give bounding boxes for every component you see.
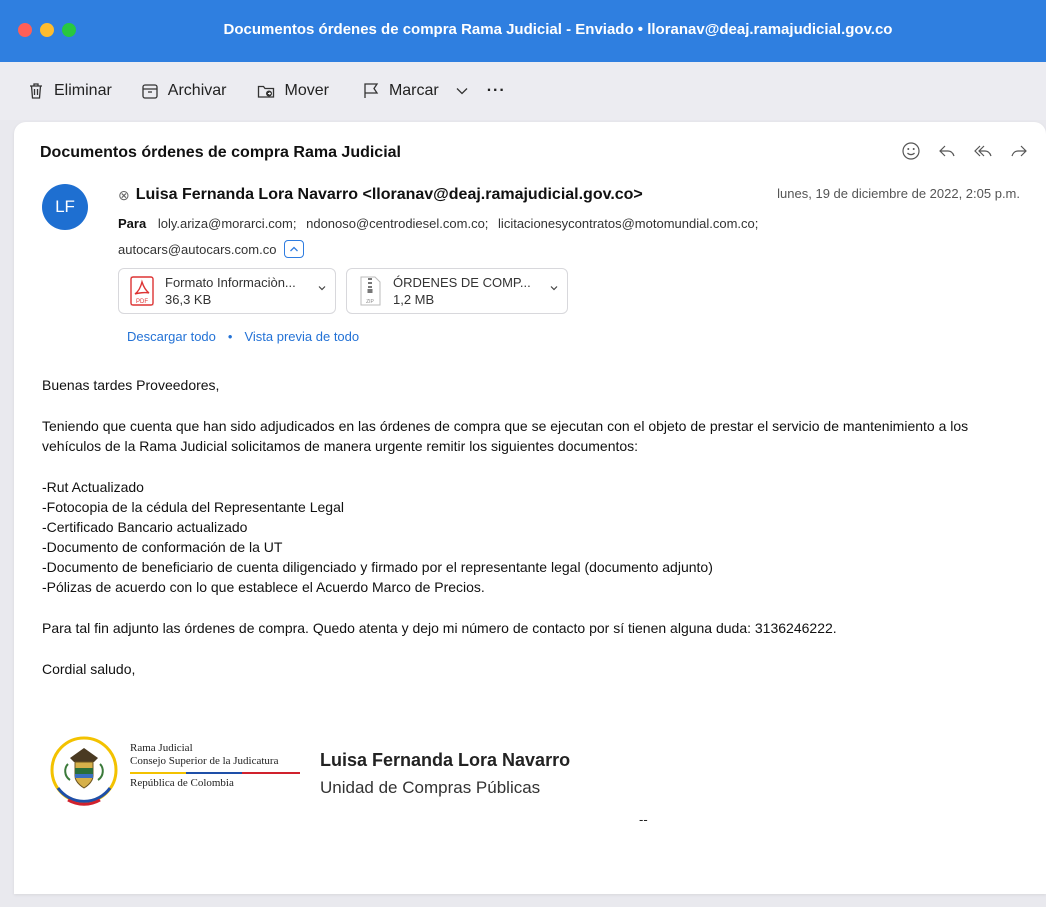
zip-icon: ZIP [360,276,381,306]
recipient[interactable]: loly.ariza@morarci.com; [158,216,297,231]
signature-name: Luisa Fernanda Lora Navarro [320,750,571,770]
list-item: -Pólizas de acuerdo con lo que establece… [42,579,485,595]
to-label: Para [118,216,147,231]
delete-label: Eliminar [54,82,112,99]
attachment-links: Descargar todo • Vista previa de todo [127,329,359,344]
sender-avatar: LF [42,184,88,230]
org-line: República de Colombia [130,777,234,789]
recipient[interactable]: ndonoso@centrodiesel.com.co; [306,216,488,231]
archive-button[interactable]: Archivar [140,81,227,101]
message-date: lunes, 19 de diciembre de 2022, 2:05 p.m… [777,186,1020,201]
reply-icon [939,145,955,157]
attachment-item[interactable]: PDF Formato Informaciòn... 36,3 KB [118,268,336,314]
signature-trailer: -- [639,812,648,827]
sender-line[interactable]: ⊗ Luisa Fernanda Lora Navarro <lloranav@… [118,186,643,204]
more-button[interactable]: ··· [487,82,506,100]
archive-label: Archivar [167,82,227,99]
body-paragraph: Para tal fin adjunto las órdenes de comp… [42,620,837,636]
flag-label: Marcar [388,82,439,99]
attachment-name: Formato Informaciòn... [165,275,296,290]
tricolor-divider [130,772,300,774]
chevron-down-icon[interactable] [317,283,327,293]
forward-button[interactable] [1008,140,1030,162]
flag-icon [364,83,379,98]
archive-icon [142,84,158,99]
collapse-recipients-button[interactable] [284,240,305,258]
body-paragraph: Teniendo que cuenta que han sido adjudic… [42,418,969,454]
preview-all-link[interactable]: Vista previa de todo [244,329,359,344]
delete-button[interactable]: Eliminar [26,81,112,101]
recipient[interactable]: autocars@autocars.com.co [118,242,276,257]
signature-unit: Unidad de Compras Públicas [320,778,541,797]
message-card: Documentos órdenes de compra Rama Judici… [14,122,1046,894]
message-body: Buenas tardes Proveedores, Teniendo que … [42,375,1032,679]
move-button[interactable]: Mover [256,81,329,101]
list-item: -Fotocopia de la cédula del Representant… [42,499,344,515]
sender-name: Luisa Fernanda Lora Navarro <lloranav@de… [135,186,643,203]
coat-of-arms-seal [50,736,118,806]
list-item: -Certificado Bancario actualizado [42,519,248,535]
reply-button[interactable] [936,140,958,162]
list-item: -Documento de conformación de la UT [42,539,283,555]
svg-text:PDF: PDF [136,299,148,305]
recipients-line: Para loly.ariza@morarci.com; ndonoso@cen… [118,216,1018,231]
attachment-size: 36,3 KB [165,292,212,307]
reply-all-button[interactable] [972,140,994,162]
signature: Rama Judicial Consejo Superior de la Jud… [44,728,744,808]
download-all-link[interactable]: Descargar todo [127,329,216,344]
signature-organization: Rama Judicial Consejo Superior de la Jud… [130,742,300,790]
link-separator: • [227,329,233,344]
move-label: Mover [284,82,329,99]
forward-icon [1011,145,1027,157]
org-line: Rama Judicial [130,742,193,754]
trash-icon [30,83,42,99]
org-line: Consejo Superior de la Judicatura [130,755,279,767]
attachment-name: ÓRDENES DE COMP... [393,275,531,290]
svg-text:ZIP: ZIP [366,299,374,305]
chevron-down-icon[interactable] [455,84,469,98]
attachment-item[interactable]: ZIP ÓRDENES DE COMP... 1,2 MB [346,268,568,314]
list-item: -Rut Actualizado [42,479,144,495]
pdf-icon: PDF [130,276,154,306]
window-titlebar: Documentos órdenes de compra Rama Judici… [0,0,1046,62]
toolbar: Eliminar Archivar Mover Marcar ··· [0,62,1046,120]
greeting: Buenas tardes Proveedores, [42,377,220,393]
smiley-icon [902,142,920,160]
recipients-line-2: autocars@autocars.com.co [118,240,305,258]
list-item: -Documento de beneficiario de cuenta dil… [42,559,713,575]
attachments: PDF Formato Informaciòn... 36,3 KB ZIP Ó… [118,268,568,314]
emoji-reaction-button[interactable] [900,140,922,162]
recipient[interactable]: licitacionesycontratos@motomundial.com.c… [498,216,758,231]
attachment-size: 1,2 MB [393,292,435,307]
window-title: Documentos órdenes de compra Rama Judici… [223,21,893,38]
remove-circle-icon: ⊗ [118,186,130,203]
chevron-up-icon [290,246,299,252]
closing: Cordial saludo, [42,661,136,677]
flag-button[interactable]: Marcar [361,81,469,101]
more-icon: ··· [486,82,506,99]
chevron-down-icon[interactable] [549,283,559,293]
message-actions [900,140,1030,162]
reply-all-icon [974,145,992,157]
folder-move-icon [258,85,275,98]
message-subject: Documentos órdenes de compra Rama Judici… [40,144,401,161]
